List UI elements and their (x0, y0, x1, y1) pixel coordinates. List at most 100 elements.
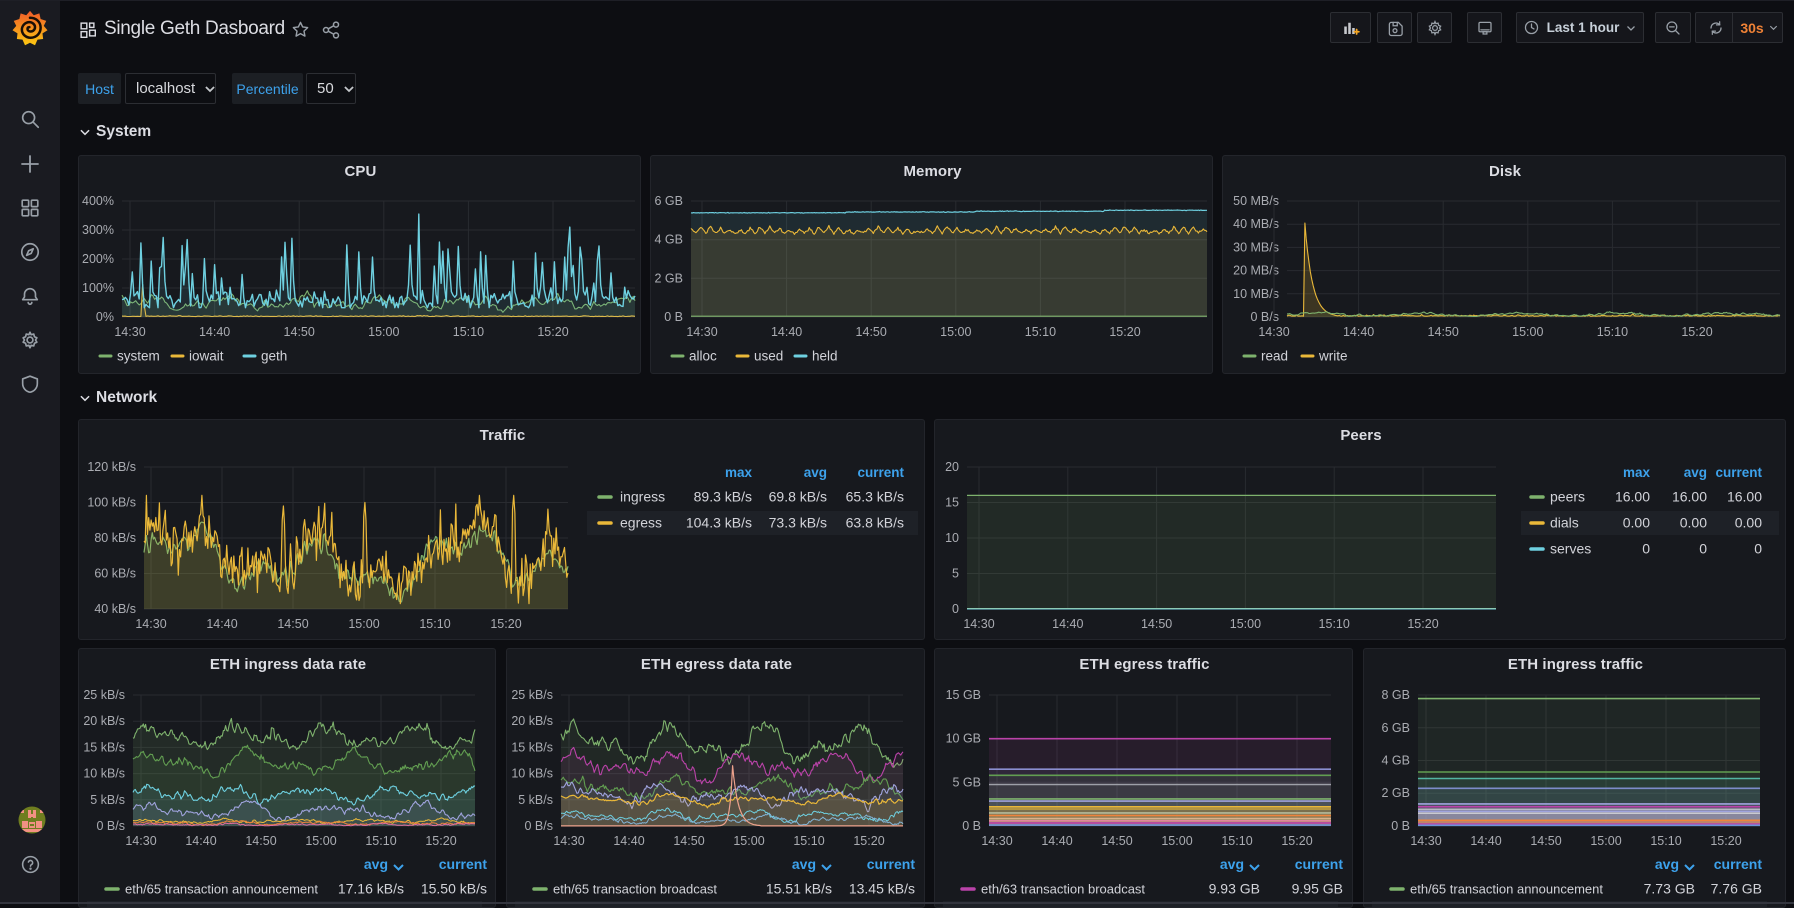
svg-text:5: 5 (952, 567, 959, 581)
svg-text:100%: 100% (82, 281, 114, 295)
svg-text:2 GB: 2 GB (655, 271, 684, 285)
svg-text:14:50: 14:50 (1141, 617, 1172, 631)
svg-text:15.50 kB/s: 15.50 kB/s (421, 881, 487, 897)
svg-text:current: current (857, 465, 904, 480)
svg-text:15 kB/s: 15 kB/s (83, 740, 125, 754)
svg-text:avg: avg (804, 465, 827, 480)
svg-text:0.00: 0.00 (1680, 515, 1707, 531)
svg-text:25 kB/s: 25 kB/s (511, 688, 553, 702)
svg-text:15:20: 15:20 (1281, 834, 1312, 848)
svg-text:iowait: iowait (189, 349, 224, 364)
svg-text:40 kB/s: 40 kB/s (94, 602, 136, 616)
svg-text:15:10: 15:10 (1025, 325, 1056, 339)
svg-text:5 GB: 5 GB (953, 775, 982, 789)
svg-text:20 kB/s: 20 kB/s (511, 714, 553, 728)
svg-text:current: current (439, 856, 488, 872)
svg-text:0.00: 0.00 (1735, 515, 1762, 531)
svg-text:14:50: 14:50 (245, 834, 276, 848)
svg-text:100 kB/s: 100 kB/s (87, 496, 136, 510)
svg-text:15:00: 15:00 (733, 834, 764, 848)
svg-text:15:10: 15:10 (453, 325, 484, 339)
svg-text:15:10: 15:10 (1221, 834, 1252, 848)
svg-text:6 GB: 6 GB (1382, 721, 1411, 735)
svg-text:14:40: 14:40 (613, 834, 644, 848)
svg-text:15:20: 15:20 (1407, 617, 1438, 631)
svg-text:15:00: 15:00 (1161, 834, 1192, 848)
svg-text:15:10: 15:10 (1650, 834, 1681, 848)
svg-text:15:00: 15:00 (1590, 834, 1621, 848)
svg-text:14:30: 14:30 (135, 617, 166, 631)
svg-text:geth: geth (261, 349, 287, 364)
svg-text:20 MB/s: 20 MB/s (1233, 264, 1279, 278)
svg-text:peers: peers (1550, 489, 1585, 505)
svg-text:15 kB/s: 15 kB/s (511, 740, 553, 754)
svg-text:15:00: 15:00 (348, 617, 379, 631)
svg-text:14:30: 14:30 (981, 834, 1012, 848)
svg-text:7.73 GB: 7.73 GB (1644, 881, 1695, 897)
svg-text:max: max (1623, 465, 1651, 480)
svg-text:10: 10 (945, 531, 959, 545)
svg-text:14:40: 14:40 (206, 617, 237, 631)
svg-text:14:30: 14:30 (125, 834, 156, 848)
svg-text:4 GB: 4 GB (1382, 754, 1411, 768)
svg-text:2 GB: 2 GB (1382, 786, 1411, 800)
svg-text:current: current (867, 856, 916, 872)
svg-text:0%: 0% (96, 310, 114, 324)
svg-text:14:50: 14:50 (673, 834, 704, 848)
svg-text:avg: avg (364, 856, 388, 872)
svg-text:14:40: 14:40 (1343, 325, 1374, 339)
svg-text:0: 0 (1699, 541, 1707, 557)
svg-text:15:10: 15:10 (1597, 325, 1628, 339)
svg-text:read: read (1261, 349, 1288, 364)
svg-text:0: 0 (1642, 541, 1650, 557)
svg-text:20: 20 (945, 460, 959, 474)
svg-text:avg: avg (1220, 856, 1244, 872)
svg-text:10 GB: 10 GB (946, 732, 981, 746)
svg-text:300%: 300% (82, 223, 114, 237)
svg-text:0 B/s: 0 B/s (1251, 310, 1280, 324)
svg-text:0.00: 0.00 (1623, 515, 1650, 531)
svg-text:egress: egress (620, 515, 662, 531)
svg-text:69.8 kB/s: 69.8 kB/s (769, 489, 827, 505)
svg-text:avg: avg (1655, 856, 1679, 872)
svg-text:25 kB/s: 25 kB/s (83, 688, 125, 702)
svg-text:ingress: ingress (620, 489, 665, 505)
svg-text:15:00: 15:00 (368, 325, 399, 339)
svg-text:max: max (725, 465, 753, 480)
svg-text:15:20: 15:20 (1109, 325, 1140, 339)
svg-text:14:40: 14:40 (199, 325, 230, 339)
svg-text:eth/65 transaction announcemen: eth/65 transaction announcement (125, 882, 318, 897)
svg-text:7.76 GB: 7.76 GB (1711, 881, 1762, 897)
svg-text:14:40: 14:40 (1052, 617, 1083, 631)
svg-text:14:30: 14:30 (963, 617, 994, 631)
svg-text:15:10: 15:10 (793, 834, 824, 848)
svg-text:200%: 200% (82, 252, 114, 266)
svg-text:0 B: 0 B (664, 310, 683, 324)
svg-text:15:20: 15:20 (537, 325, 568, 339)
svg-text:6 GB: 6 GB (655, 194, 684, 208)
svg-text:eth/63 transaction broadcast: eth/63 transaction broadcast (981, 882, 1145, 897)
svg-text:0 B/s: 0 B/s (525, 819, 554, 833)
svg-text:14:50: 14:50 (284, 325, 315, 339)
svg-text:14:30: 14:30 (1258, 325, 1289, 339)
svg-text:15.51 kB/s: 15.51 kB/s (766, 881, 832, 897)
svg-text:14:30: 14:30 (114, 325, 145, 339)
svg-text:14:30: 14:30 (553, 834, 584, 848)
svg-text:14:50: 14:50 (277, 617, 308, 631)
svg-text:10 kB/s: 10 kB/s (83, 767, 125, 781)
svg-text:0 B: 0 B (1391, 819, 1410, 833)
svg-text:16.00: 16.00 (1672, 489, 1707, 505)
svg-text:15:10: 15:10 (419, 617, 450, 631)
svg-text:14:40: 14:40 (185, 834, 216, 848)
svg-text:15:00: 15:00 (305, 834, 336, 848)
svg-text:8 GB: 8 GB (1382, 688, 1411, 702)
svg-text:14:30: 14:30 (686, 325, 717, 339)
svg-text:400%: 400% (82, 194, 114, 208)
svg-text:dials: dials (1550, 515, 1579, 531)
svg-text:17.16 kB/s: 17.16 kB/s (338, 881, 404, 897)
svg-text:9.93 GB: 9.93 GB (1209, 881, 1260, 897)
svg-text:89.3 kB/s: 89.3 kB/s (694, 489, 752, 505)
svg-text:14:50: 14:50 (1428, 325, 1459, 339)
svg-text:73.3 kB/s: 73.3 kB/s (769, 515, 827, 531)
svg-text:30 MB/s: 30 MB/s (1233, 240, 1279, 254)
